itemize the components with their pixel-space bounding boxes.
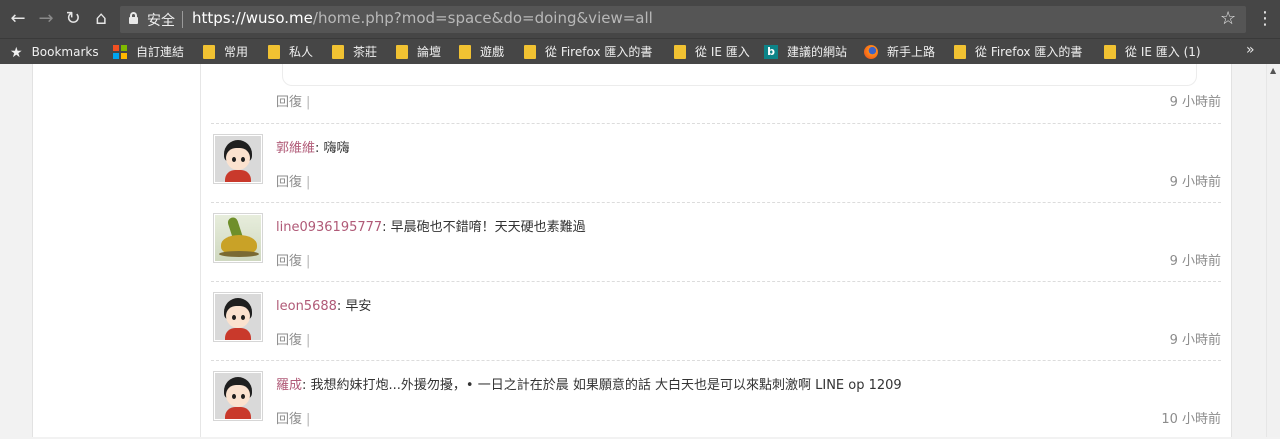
- timestamp: 9 小時前: [1169, 333, 1221, 348]
- boy-avatar-icon: [215, 373, 261, 419]
- message-text: : 早晨砲也不錯唷！天天硬也素難過: [382, 220, 586, 235]
- feed-entry: 羅成: 我想約妹打炮...外援勿擾，• 一日之計在於晨 如果願意的話 大白天也是…: [211, 360, 1221, 439]
- avatar[interactable]: [213, 371, 263, 421]
- feed-entry: line0936195777: 早晨砲也不錯唷！天天硬也素難過 回復 | 9 小時…: [211, 202, 1221, 281]
- reload-icon[interactable]: ↻: [63, 8, 83, 30]
- address-bar[interactable]: 安全 https://wuso.me/home.php?mod=space&do…: [120, 6, 1246, 33]
- reply-link[interactable]: 回復 |: [276, 408, 310, 427]
- entry-message: line0936195777: 早晨砲也不錯唷！天天硬也素難過: [276, 216, 586, 235]
- bookmark-item-bookmarks[interactable]: ★ Bookmarks: [10, 43, 99, 61]
- microsoft-icon: [113, 44, 127, 59]
- forward-arrow-icon[interactable]: →: [36, 8, 56, 30]
- page-content: ▲ 回復 | 9 小時前 郭維維: 嗨嗨 回復 | 9 小時前 line093619…: [0, 64, 1280, 437]
- entry-message: 郭維維: 嗨嗨: [276, 137, 350, 156]
- menu-icon[interactable]: ⋮: [1256, 9, 1274, 29]
- avatar[interactable]: [213, 213, 263, 263]
- url-host: https://wuso.me: [192, 9, 313, 27]
- message-text: : 嗨嗨: [315, 141, 350, 156]
- bookmark-star-icon[interactable]: ☆: [1220, 9, 1236, 29]
- avatar[interactable]: [213, 134, 263, 184]
- banana-avatar-icon: [215, 215, 261, 261]
- bookmark-item[interactable]: 自訂連結: [113, 43, 184, 61]
- scrollbar[interactable]: ▲: [1266, 64, 1280, 437]
- star-icon: ★: [10, 44, 23, 61]
- chevron-double-right-icon[interactable]: »: [1246, 42, 1255, 58]
- username-link[interactable]: 郭維維: [276, 141, 315, 156]
- lock-icon: [129, 12, 138, 24]
- browser-toolbar: ← → ↻ ⌂ 安全 https://wuso.me/home.php?mod=…: [0, 0, 1280, 38]
- reply-link[interactable]: 回復 |: [276, 91, 310, 110]
- left-sidebar: [32, 64, 200, 437]
- address-separator: [182, 11, 183, 28]
- entry-message: 羅成: 我想約妹打炮...外援勿擾，• 一日之計在於晨 如果願意的話 大白天也是…: [276, 374, 902, 393]
- timestamp: 9 小時前: [1169, 95, 1221, 110]
- url-path: /home.php?mod=space&do=doing&view=all: [312, 9, 653, 27]
- boy-avatar-icon: [215, 136, 261, 182]
- reply-link[interactable]: 回復 |: [276, 250, 310, 269]
- timestamp: 9 小時前: [1169, 254, 1221, 269]
- home-icon[interactable]: ⌂: [91, 8, 111, 30]
- boy-avatar-icon: [215, 294, 261, 340]
- scroll-up-icon[interactable]: ▲: [1270, 66, 1276, 75]
- secure-label: 安全: [147, 13, 175, 29]
- reply-link[interactable]: 回復 |: [276, 171, 310, 190]
- timestamp: 9 小時前: [1169, 175, 1221, 190]
- entry-message: leon5688: 早安: [276, 295, 371, 314]
- url-text[interactable]: https://wuso.me/home.php?mod=space&do=do…: [192, 9, 653, 27]
- feed-entry: leon5688: 早安 回復 | 9 小時前: [211, 281, 1221, 360]
- feed-entry: 回復 | 9 小時前: [211, 44, 1221, 123]
- reply-link[interactable]: 回復 |: [276, 329, 310, 348]
- username-link[interactable]: line0936195777: [276, 220, 382, 235]
- avatar[interactable]: [213, 292, 263, 342]
- message-text: : 我想約妹打炮...外援勿擾，• 一日之計在於晨 如果願意的話 大白天也是可以…: [302, 378, 902, 393]
- username-link[interactable]: 羅成: [276, 378, 302, 393]
- timestamp: 10 小時前: [1161, 412, 1221, 427]
- feed-entry: 郭維維: 嗨嗨 回復 | 9 小時前: [211, 123, 1221, 202]
- message-text: : 早安: [336, 299, 372, 314]
- back-arrow-icon[interactable]: ←: [8, 8, 28, 30]
- username-link[interactable]: leon5688: [276, 299, 337, 314]
